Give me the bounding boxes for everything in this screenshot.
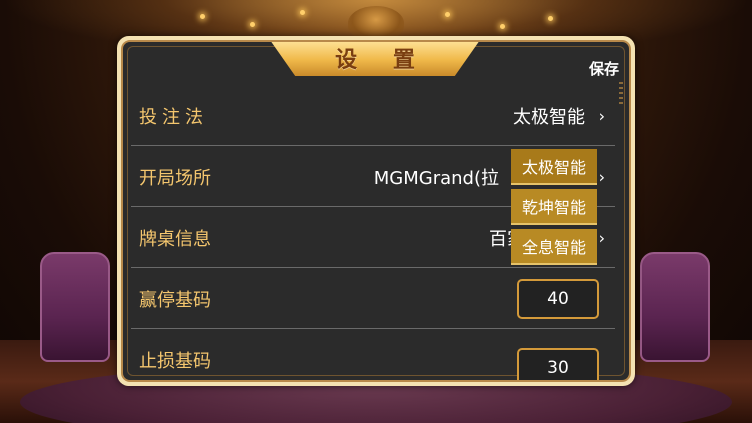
betting-method-label: 投注法 — [139, 106, 208, 128]
win-stop-label: 赢停基码 — [139, 289, 211, 311]
save-button[interactable]: 保存 — [589, 58, 619, 79]
stop-loss-label: 止损基码 — [139, 350, 211, 372]
chair-left — [40, 252, 110, 362]
betting-method-dropdown: 太极智能 乾坤智能 全息智能 — [511, 149, 597, 269]
chair-right — [640, 252, 710, 362]
row-stop-loss: 止损基码 30 — [131, 330, 615, 380]
settings-panel-body: 设 置 保存 投注法 太极智能 › 开局场所 MGMGrand(拉 › 牌桌信息… — [121, 40, 631, 382]
chevron-right-icon: › — [598, 167, 605, 186]
ceiling-light — [500, 24, 505, 29]
chevron-right-icon: › — [598, 228, 605, 247]
ceiling-light — [548, 16, 553, 21]
venue-label: 开局场所 — [139, 167, 211, 189]
ceiling-light — [250, 22, 255, 27]
settings-panel: 设 置 保存 投注法 太极智能 › 开局场所 MGMGrand(拉 › 牌桌信息… — [117, 36, 635, 386]
ceiling-light — [300, 10, 305, 15]
stop-loss-input[interactable]: 30 — [517, 347, 599, 380]
win-stop-input[interactable]: 40 — [517, 278, 599, 319]
row-betting-method[interactable]: 投注法 太极智能 › — [131, 86, 615, 146]
dropdown-option[interactable]: 太极智能 — [511, 149, 597, 185]
row-win-stop: 赢停基码 40 — [131, 269, 615, 329]
settings-title: 设 置 — [270, 42, 480, 76]
dropdown-option[interactable]: 全息智能 — [511, 229, 597, 265]
ceiling-light — [445, 12, 450, 17]
dropdown-option[interactable]: 乾坤智能 — [511, 189, 597, 225]
venue-value: MGMGrand(拉 — [373, 167, 499, 189]
betting-method-value: 太极智能 — [513, 106, 585, 128]
ceiling-light — [200, 14, 205, 19]
table-info-label: 牌桌信息 — [139, 228, 211, 250]
chevron-right-icon: › — [598, 106, 605, 125]
lion-emblem-icon — [348, 6, 404, 40]
scroll-indicator[interactable] — [619, 82, 623, 106]
